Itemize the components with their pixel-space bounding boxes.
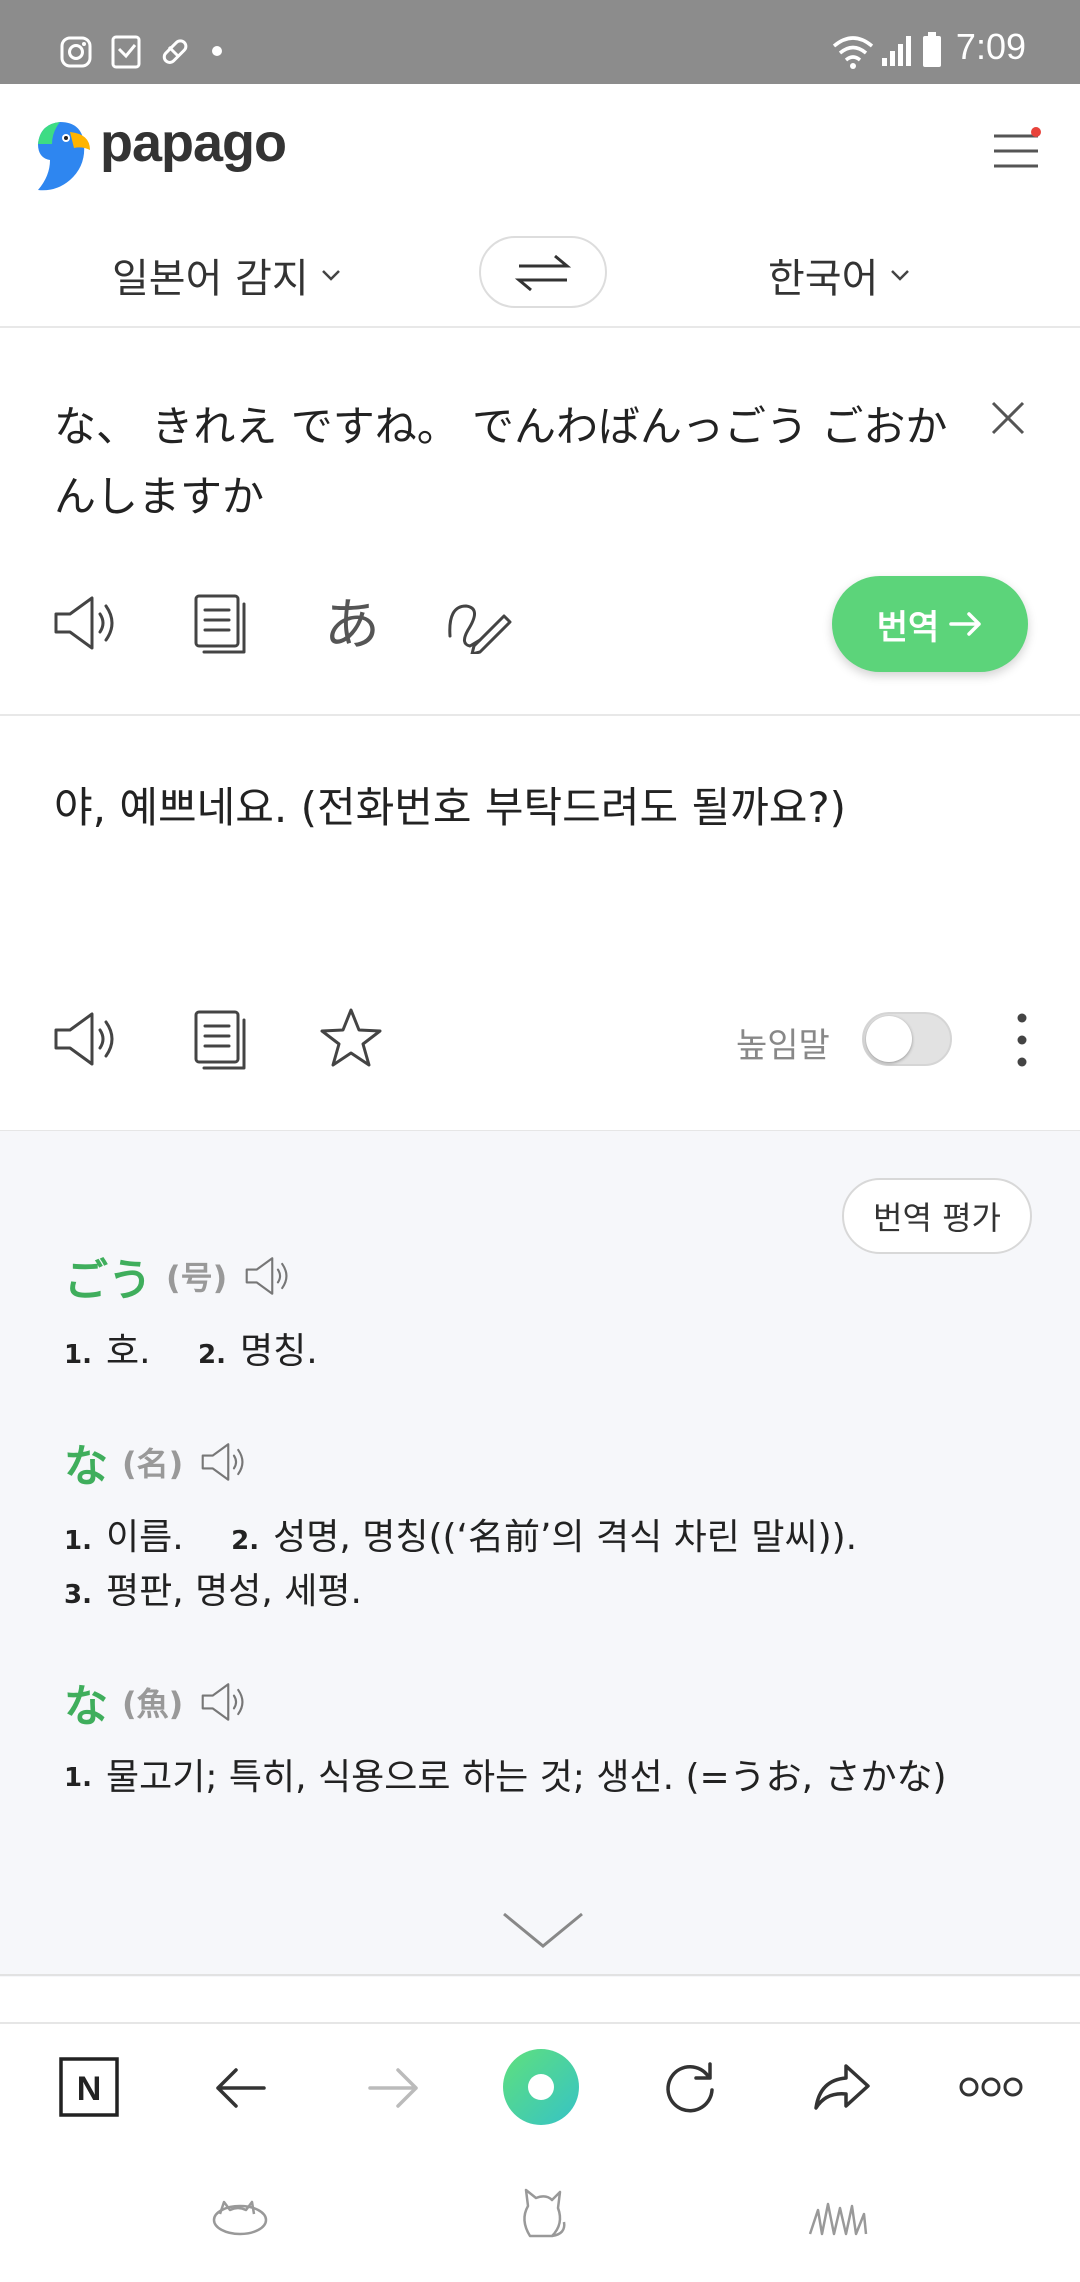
swap-languages-button[interactable] bbox=[479, 236, 607, 308]
definition-text: 명칭. bbox=[239, 1331, 318, 1372]
cat-sitting-icon[interactable] bbox=[512, 2180, 568, 2240]
app-icon bbox=[111, 35, 141, 69]
battery-icon bbox=[923, 32, 941, 67]
entry-reading: (名) bbox=[122, 1445, 184, 1483]
wifi-icon bbox=[832, 36, 874, 69]
star-icon[interactable] bbox=[318, 1006, 384, 1070]
target-language-label: 한국어 bbox=[768, 256, 879, 302]
speaker-icon[interactable] bbox=[241, 1254, 295, 1298]
speaker-icon[interactable] bbox=[52, 1008, 120, 1070]
back-arrow-icon[interactable] bbox=[214, 2066, 268, 2110]
cat-in-grass-icon[interactable] bbox=[806, 2184, 870, 2238]
kebab-menu-icon[interactable] bbox=[1012, 1010, 1032, 1070]
entry-word[interactable]: な bbox=[64, 1670, 108, 1734]
definition-text: 이름. bbox=[105, 1517, 184, 1558]
dictionary-bottom-divider bbox=[0, 1974, 1080, 1976]
definition-text: 성명, 명칭((‘名前’의 격식 차린 말씨)). bbox=[273, 1517, 858, 1558]
source-input[interactable]: な、 きれえ ですね。 でんわばんっごう ごおかんしますか bbox=[54, 392, 974, 532]
naver-home-icon[interactable]: N bbox=[58, 2056, 120, 2118]
definition-line: 1. 물고기; 특히, 식용으로 하는 것; 생선. (=うお, さかな) bbox=[64, 1750, 964, 1806]
source-result-divider bbox=[0, 714, 1080, 716]
entry-word[interactable]: ごう bbox=[64, 1244, 152, 1308]
menu-button[interactable] bbox=[990, 126, 1042, 176]
close-icon[interactable] bbox=[988, 398, 1028, 438]
chevron-down-icon bbox=[891, 270, 910, 281]
status-time: 7:09 bbox=[955, 26, 1026, 67]
green-dot-icon[interactable] bbox=[502, 2048, 580, 2126]
result-text: 야, 예쁘네요. (전화번호 부탁드려도 될까요?) bbox=[54, 783, 847, 832]
dictionary-entry: ごう (号) bbox=[64, 1244, 295, 1308]
definition-text: 호. bbox=[105, 1331, 151, 1372]
speaker-icon[interactable] bbox=[197, 1440, 251, 1484]
entry-reading: (魚) bbox=[122, 1685, 184, 1723]
entry-reading: (号) bbox=[166, 1259, 228, 1297]
language-bar-divider bbox=[0, 326, 1080, 328]
handwriting-icon[interactable] bbox=[446, 596, 512, 654]
logo-text: papago bbox=[100, 113, 287, 173]
rate-translation-button[interactable]: 번역 평가 bbox=[842, 1178, 1032, 1254]
share-icon[interactable] bbox=[812, 2062, 872, 2112]
toggle-knob bbox=[866, 1016, 912, 1062]
hamburger-menu-icon bbox=[994, 127, 1041, 168]
definition-line: 1. 호. 2. 명칭. bbox=[64, 1331, 318, 1372]
arrow-right-icon bbox=[949, 612, 982, 636]
dot-icon bbox=[212, 46, 222, 56]
copy-icon[interactable] bbox=[192, 1008, 250, 1072]
translate-button[interactable]: 번역 bbox=[832, 576, 1028, 672]
more-dots-icon[interactable] bbox=[958, 2074, 1024, 2100]
definition-text: 평판, 명성, 세평. bbox=[105, 1571, 362, 1612]
target-language-selector[interactable]: 한국어 bbox=[768, 246, 910, 304]
pill-icon bbox=[162, 39, 188, 64]
refresh-icon[interactable] bbox=[662, 2060, 718, 2116]
chevron-down-icon[interactable] bbox=[500, 1908, 586, 1952]
status-bar: 7:09 bbox=[0, 0, 1080, 84]
definition-line: 3. 평판, 명성, 세평. bbox=[64, 1571, 362, 1612]
honorific-toggle[interactable] bbox=[862, 1012, 952, 1066]
definition-line: 1. 이름. 2. 성명, 명칭((‘名前’의 격식 차린 말씨)). bbox=[64, 1517, 858, 1558]
honorific-label: 높임말 bbox=[736, 1026, 830, 1066]
definition-text: 물고기; 특히, 식용으로 하는 것; 생선. (=うお, さかな) bbox=[105, 1757, 947, 1798]
svg-text:あ: あ bbox=[324, 593, 380, 656]
speaker-icon[interactable] bbox=[197, 1680, 251, 1724]
source-language-label: 일본어 감지 bbox=[112, 256, 309, 302]
dictionary-entry: な (魚) bbox=[64, 1670, 251, 1734]
hiragana-icon[interactable]: あ bbox=[320, 590, 382, 656]
swap-arrows-icon bbox=[514, 254, 572, 292]
speaker-icon[interactable] bbox=[52, 592, 120, 654]
signal-icon bbox=[882, 36, 911, 66]
papago-logo-icon bbox=[38, 122, 90, 191]
translate-button-label: 번역 bbox=[876, 607, 940, 648]
instagram-icon bbox=[60, 36, 92, 68]
chevron-down-icon bbox=[321, 270, 340, 281]
forward-arrow-icon[interactable] bbox=[366, 2066, 420, 2110]
cat-sleeping-icon[interactable] bbox=[210, 2188, 270, 2238]
entry-word[interactable]: な bbox=[64, 1430, 108, 1494]
copy-icon[interactable] bbox=[192, 592, 250, 656]
dictionary-entry: な (名) bbox=[64, 1430, 251, 1494]
source-language-selector[interactable]: 일본어 감지 bbox=[112, 246, 341, 304]
svg-text:N: N bbox=[77, 2070, 102, 2108]
